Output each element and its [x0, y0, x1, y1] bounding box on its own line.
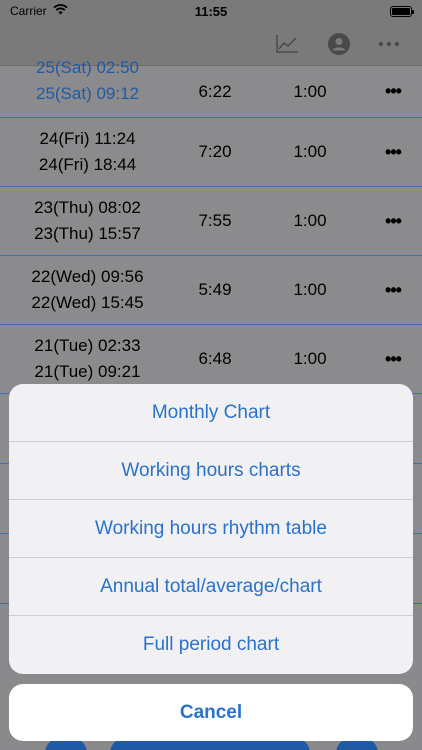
date-range: 23(Thu) 08:02 23(Thu) 15:57 — [10, 187, 165, 255]
status-time: 11:55 — [194, 3, 228, 19]
more-icon[interactable]: ••• — [378, 256, 408, 324]
start-time: 23(Thu) 08:02 — [34, 198, 141, 217]
duration-value: 6:48 — [198, 349, 232, 368]
list-item[interactable]: 22(Wed) 09:56 22(Wed) 15:45 5:49 1:00 ••… — [0, 256, 422, 325]
break-value: 1:00 — [293, 280, 327, 299]
more-icon[interactable]: ••• — [378, 118, 408, 186]
duration-value: 7:20 — [198, 142, 232, 161]
end-time: 21(Tue) 09:21 — [34, 362, 141, 381]
more-icon[interactable]: ••• — [378, 325, 408, 393]
list-item[interactable]: 24(Fri) 11:24 24(Fri) 18:44 7:20 1:00 ••… — [0, 118, 422, 187]
annual-total-average-chart-option[interactable]: Annual total/average/chart — [9, 558, 413, 616]
start-time: 21(Tue) 02:33 — [34, 336, 141, 355]
end-time: 25(Sat) 09:12 — [35, 84, 139, 103]
date-range: 24(Fri) 11:24 24(Fri) 18:44 — [10, 118, 165, 186]
monthly-chart-option[interactable]: Monthly Chart — [9, 384, 413, 442]
date-range: 21(Tue) 02:33 21(Tue) 09:21 — [10, 325, 165, 393]
list-item[interactable]: 23(Thu) 08:02 23(Thu) 15:57 7:55 1:00 ••… — [0, 187, 422, 256]
status-bar: Carrier 11:55 — [0, 0, 422, 22]
end-time: 22(Wed) 15:45 — [31, 293, 144, 312]
person-circle-icon[interactable] — [327, 32, 351, 56]
wifi-icon — [53, 4, 68, 18]
duration-value: 7:55 — [198, 211, 232, 230]
working-hours-rhythm-table-option[interactable]: Working hours rhythm table — [9, 500, 413, 558]
action-sheet: Monthly Chart Working hours charts Worki… — [9, 384, 413, 674]
start-time: 25(Sat) 02:50 — [35, 58, 139, 77]
end-time: 24(Fri) 18:44 — [38, 155, 137, 174]
full-period-chart-option[interactable]: Full period chart — [9, 616, 413, 674]
duration-value: 5:49 — [198, 280, 232, 299]
chart-line-icon[interactable] — [275, 32, 299, 56]
start-time: 24(Fri) 11:24 — [39, 129, 136, 148]
duration-value: 6:22 — [198, 81, 232, 101]
status-left: Carrier — [10, 4, 68, 18]
battery-icon — [390, 5, 414, 17]
break-value: 1:00 — [293, 81, 327, 101]
start-time: 22(Wed) 09:56 — [31, 267, 144, 286]
more-icon[interactable]: ••• — [378, 66, 408, 117]
ellipsis-icon[interactable] — [377, 32, 401, 56]
working-hours-charts-option[interactable]: Working hours charts — [9, 442, 413, 500]
more-icon[interactable]: ••• — [378, 187, 408, 255]
date-range: 25(Sat) 02:50 25(Sat) 09:12 — [10, 58, 165, 117]
break-value: 1:00 — [293, 349, 327, 368]
end-time: 23(Thu) 15:57 — [34, 224, 141, 243]
list-item[interactable]: 25(Sat) 02:50 25(Sat) 09:12 6:22 1:00 ••… — [0, 58, 422, 118]
cancel-button[interactable]: Cancel — [9, 684, 413, 741]
break-value: 1:00 — [293, 211, 327, 230]
date-range: 22(Wed) 09:56 22(Wed) 15:45 — [10, 256, 165, 324]
carrier-label: Carrier — [10, 4, 47, 18]
break-value: 1:00 — [293, 142, 327, 161]
